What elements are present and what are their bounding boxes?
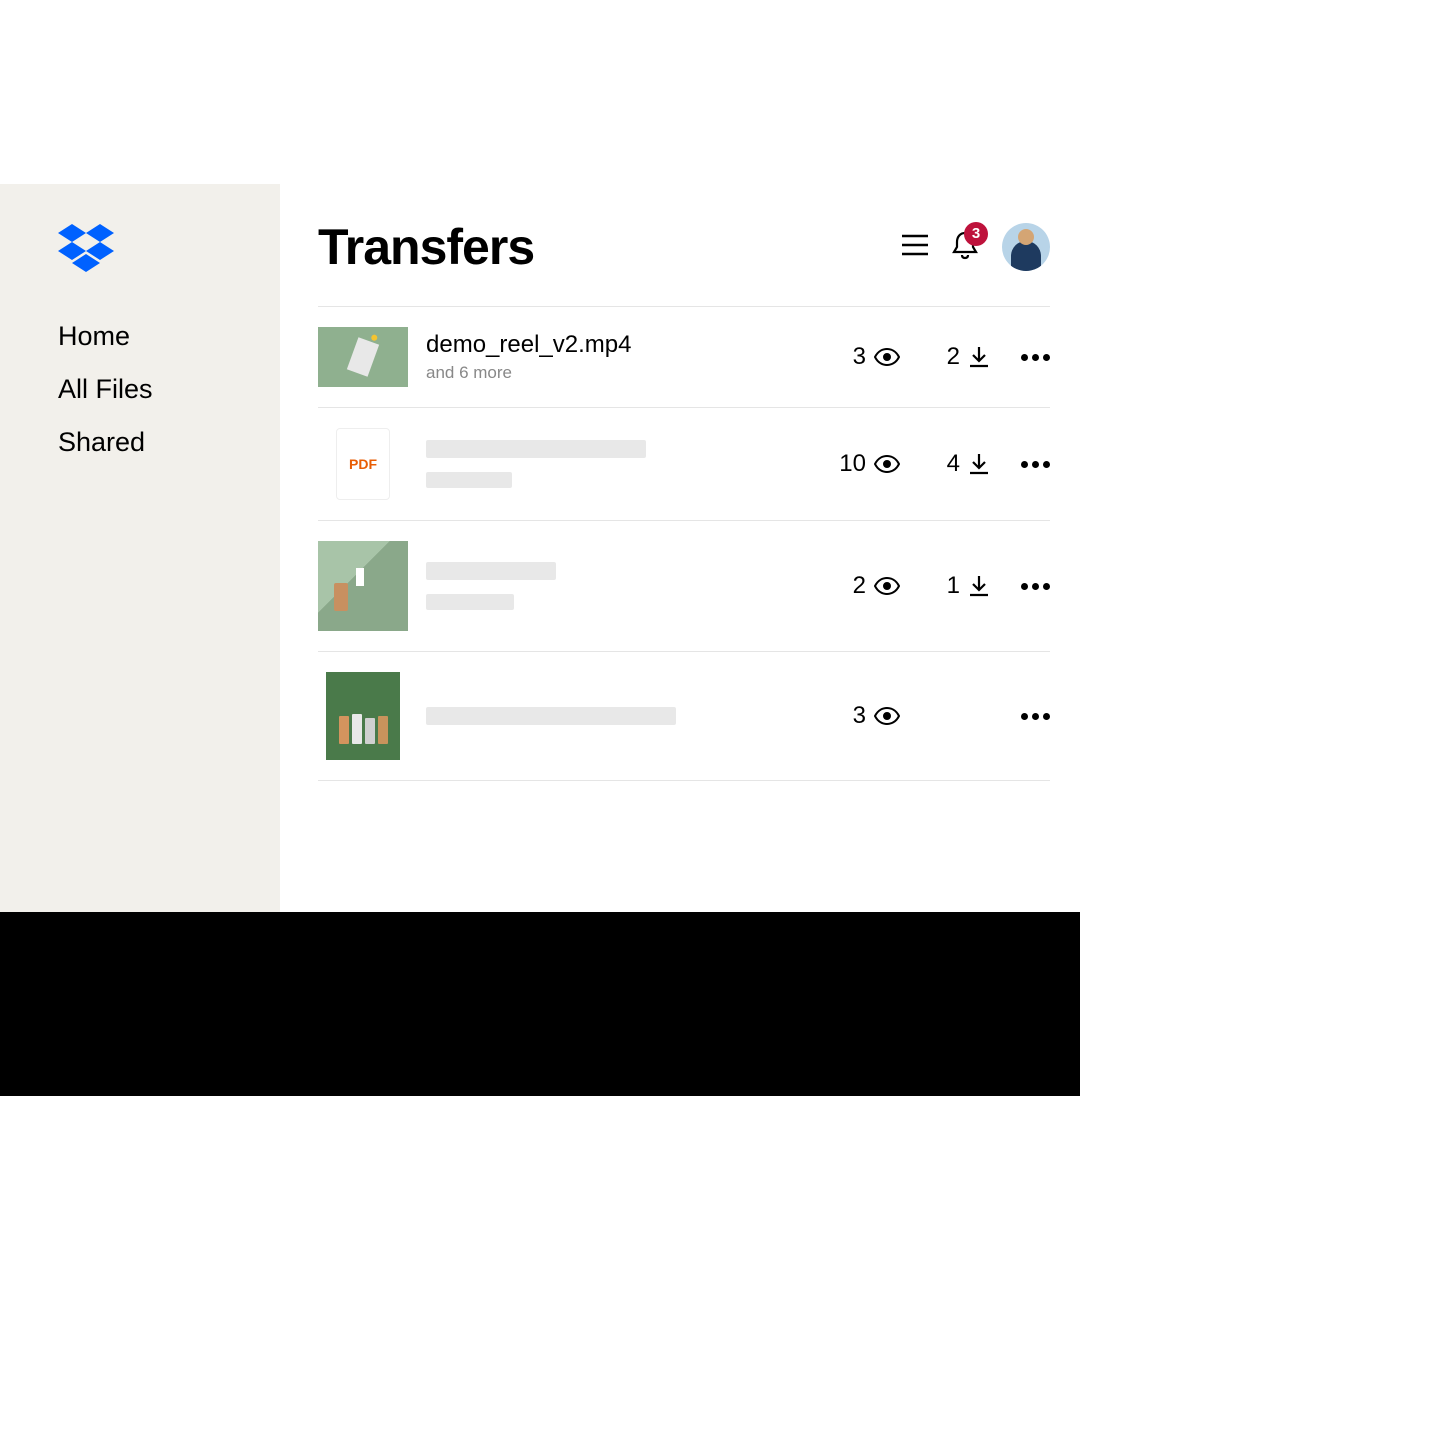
transfer-row[interactable]: demo_reel_v2.mp4 and 6 more 3 2 <box>318 307 1050 408</box>
file-subtitle: and 6 more <box>426 363 810 383</box>
eye-icon <box>874 348 900 366</box>
more-button[interactable] <box>990 354 1050 361</box>
sidebar: Home All Files Shared <box>0 184 280 912</box>
downloads-stat: 4 <box>900 450 990 478</box>
eye-icon <box>874 577 900 595</box>
download-icon <box>968 575 990 597</box>
download-icon <box>968 453 990 475</box>
sidebar-item-shared[interactable]: Shared <box>58 427 280 458</box>
placeholder-text <box>426 472 512 488</box>
transfers-list: demo_reel_v2.mp4 and 6 more 3 2 PDF 10 <box>318 306 1050 781</box>
placeholder-text <box>426 707 676 725</box>
transfer-row[interactable]: 2 1 <box>318 521 1050 652</box>
thumbnail <box>318 327 408 387</box>
sidebar-item-home[interactable]: Home <box>58 321 280 352</box>
page-header: Transfers 3 <box>318 218 1050 276</box>
notification-badge: 3 <box>964 222 988 246</box>
more-button[interactable] <box>990 583 1050 590</box>
transfer-row[interactable]: PDF 10 4 <box>318 408 1050 521</box>
views-stat: 3 <box>810 343 900 371</box>
downloads-stat: 1 <box>900 572 990 600</box>
dropbox-logo-icon[interactable] <box>58 224 280 277</box>
more-button[interactable] <box>990 461 1050 468</box>
more-button[interactable] <box>990 713 1050 720</box>
main-content: Transfers 3 demo_reel_v2.mp4 and 6 more <box>280 184 1080 912</box>
views-stat: 10 <box>810 450 900 478</box>
pdf-label: PDF <box>349 456 377 472</box>
thumbnail <box>326 672 400 760</box>
views-stat: 2 <box>810 572 900 600</box>
sidebar-item-all-files[interactable]: All Files <box>58 374 280 405</box>
placeholder-text <box>426 440 646 458</box>
menu-icon[interactable] <box>902 234 928 261</box>
views-stat: 3 <box>810 702 900 730</box>
placeholder-text <box>426 594 514 610</box>
download-icon <box>968 346 990 368</box>
downloads-stat: 2 <box>900 343 990 371</box>
placeholder-text <box>426 562 556 580</box>
notifications-button[interactable]: 3 <box>952 230 978 265</box>
avatar[interactable] <box>1002 223 1050 271</box>
thumbnail <box>318 541 408 631</box>
eye-icon <box>874 707 900 725</box>
page-title: Transfers <box>318 218 534 276</box>
transfer-row[interactable]: 3 <box>318 652 1050 781</box>
eye-icon <box>874 455 900 473</box>
thumbnail: PDF <box>336 428 390 500</box>
file-name: demo_reel_v2.mp4 <box>426 331 810 359</box>
